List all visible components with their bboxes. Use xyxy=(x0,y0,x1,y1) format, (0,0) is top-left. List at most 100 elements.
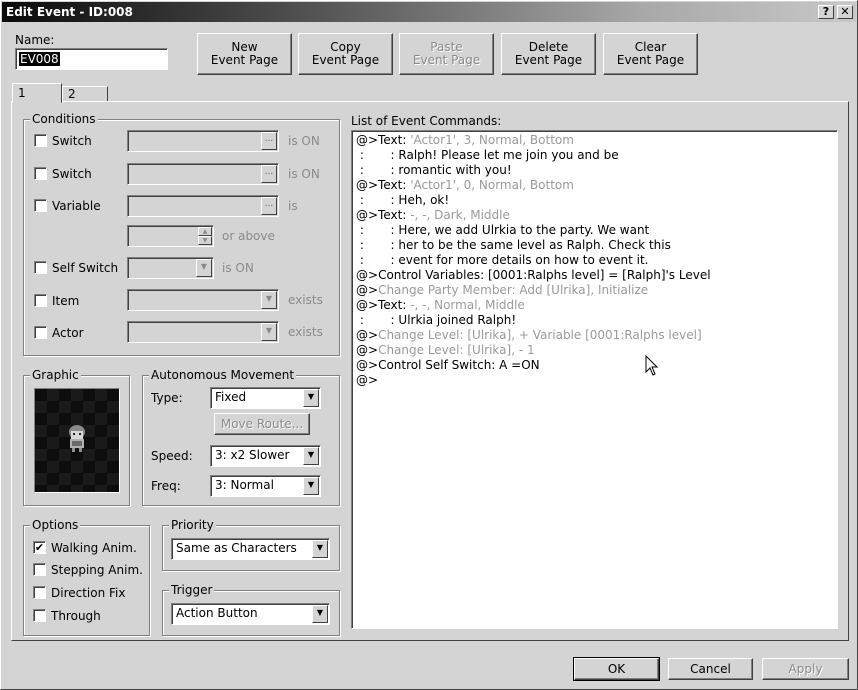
switch2-browse-button[interactable]: ... xyxy=(261,165,277,183)
command-prefix: @>Text: xyxy=(356,178,411,192)
command-line[interactable]: @>Change Level: [Ulrika], + Variable [00… xyxy=(356,328,837,343)
command-line[interactable]: @> xyxy=(356,373,837,388)
self-switch-select[interactable]: ▼ xyxy=(127,257,214,279)
command-text: Change Party Member: Add [Ulrika], Initi… xyxy=(378,283,649,297)
command-line[interactable]: : : Ralph! Please let me join you and be xyxy=(356,148,837,163)
command-line[interactable]: @>Text: 'Actor1', 3, Normal, Bottom xyxy=(356,133,837,148)
item-checkbox[interactable] xyxy=(34,294,47,307)
command-line[interactable]: : : Heh, ok! xyxy=(356,193,837,208)
delete-event-page-button[interactable]: Delete Event Page xyxy=(501,33,596,75)
close-button[interactable]: ✕ xyxy=(837,5,853,19)
switch2-checkbox[interactable] xyxy=(34,167,47,180)
movement-freq-select[interactable]: 3: Normal ▼ xyxy=(210,475,321,497)
help-button[interactable]: ? xyxy=(818,5,834,19)
movement-speed-value: 3: x2 Slower xyxy=(215,448,290,462)
chevron-down-icon: ▼ xyxy=(303,389,319,407)
command-text: 'Actor1', 3, Normal, Bottom xyxy=(410,133,574,147)
move-route-button[interactable]: Move Route... xyxy=(214,413,310,435)
self-switch-suffix: is ON xyxy=(222,261,254,275)
item-select[interactable]: ▼ xyxy=(127,289,279,311)
paste-event-page-button[interactable]: Paste Event Page xyxy=(399,33,494,75)
switch1-browse-button[interactable]: ... xyxy=(261,132,277,150)
command-line[interactable]: : : Here, we add Ulrkia to the party. We… xyxy=(356,223,837,238)
name-input-value: EV008 xyxy=(19,52,60,66)
name-label: Name: xyxy=(15,33,55,47)
command-line[interactable]: @>Text: -, -, Normal, Middle xyxy=(356,298,837,313)
apply-button[interactable]: Apply xyxy=(762,658,849,680)
through-checkbox[interactable] xyxy=(33,609,46,622)
variable-label: Variable xyxy=(52,199,101,213)
command-prefix: : : xyxy=(356,313,399,327)
command-prefix: : : xyxy=(356,253,399,267)
stepping-anim-checkbox[interactable] xyxy=(33,563,46,576)
command-prefix: @> xyxy=(356,343,379,357)
direction-fix-checkbox[interactable] xyxy=(33,586,46,599)
tab-page-2[interactable]: 2 xyxy=(62,86,108,101)
ok-button[interactable]: OK xyxy=(573,657,660,681)
movement-freq-value: 3: Normal xyxy=(215,478,274,492)
title-bar: Edit Event - ID:008 ? ✕ xyxy=(2,2,856,22)
switch2-label: Switch xyxy=(52,167,92,181)
graphic-title: Graphic xyxy=(30,368,81,382)
command-line[interactable]: @>Control Variables: [0001:Ralphs level]… xyxy=(356,268,837,283)
variable-suffix: is xyxy=(288,199,298,213)
clear-event-page-button[interactable]: Clear Event Page xyxy=(603,33,698,75)
command-line[interactable]: @>Text: 'Actor1', 0, Normal, Bottom xyxy=(356,178,837,193)
variable-field[interactable]: ... xyxy=(127,195,279,217)
walking-anim-checkbox[interactable]: ✔ xyxy=(33,541,46,554)
copy-event-page-button[interactable]: Copy Event Page xyxy=(298,33,393,75)
command-text: Control Variables: [0001:Ralphs level] =… xyxy=(378,268,711,282)
trigger-select[interactable]: Action Button ▼ xyxy=(171,603,330,625)
movement-speed-select[interactable]: 3: x2 Slower ▼ xyxy=(210,445,321,467)
command-line[interactable]: : : her to be the same level as Ralph. C… xyxy=(356,238,837,253)
command-prefix: @> xyxy=(356,283,379,297)
character-sprite-icon xyxy=(69,425,85,452)
command-line[interactable]: : : Ulrkia joined Ralph! xyxy=(356,313,837,328)
command-line[interactable]: @>Control Self Switch: A =ON xyxy=(356,358,837,373)
name-input[interactable]: EV008 xyxy=(15,48,168,70)
command-prefix: : : xyxy=(356,238,399,252)
command-text: event for more details on how to event i… xyxy=(398,253,649,267)
variable-value-spinner[interactable]: ▲ ▼ xyxy=(127,225,214,247)
command-text: her to be the same level as Ralph. Check… xyxy=(398,238,671,252)
command-prefix: @>Text: xyxy=(356,133,411,147)
movement-freq-label: Freq: xyxy=(151,479,181,493)
actor-select[interactable]: ▼ xyxy=(127,321,279,343)
chevron-down-icon: ▼ xyxy=(261,291,277,309)
direction-fix-label: Direction Fix xyxy=(51,586,126,600)
spinner-up-icon[interactable]: ▲ xyxy=(198,227,212,236)
switch1-checkbox[interactable] xyxy=(34,134,47,147)
actor-checkbox[interactable] xyxy=(34,326,47,339)
variable-checkbox[interactable] xyxy=(34,199,47,212)
command-text: -, -, Dark, Middle xyxy=(410,208,510,222)
switch1-label: Switch xyxy=(52,134,92,148)
variable-browse-button[interactable]: ... xyxy=(261,197,277,215)
window-title: Edit Event - ID:008 xyxy=(6,5,133,19)
movement-type-select[interactable]: Fixed ▼ xyxy=(210,387,321,409)
command-prefix: : : xyxy=(356,193,399,207)
event-commands-list[interactable]: @>Text: 'Actor1', 3, Normal, Bottom : : … xyxy=(351,130,838,629)
footer-divider xyxy=(1,649,857,650)
command-line[interactable]: : : romantic with you! xyxy=(356,163,837,178)
command-prefix: : : xyxy=(356,148,399,162)
command-line[interactable]: @>Change Party Member: Add [Ulrika], Ini… xyxy=(356,283,837,298)
command-line[interactable]: : : event for more details on how to eve… xyxy=(356,253,837,268)
switch1-field[interactable]: ... xyxy=(127,130,279,152)
command-line[interactable]: @>Change Level: [Ulrika], - 1 xyxy=(356,343,837,358)
self-switch-checkbox[interactable] xyxy=(34,261,47,274)
command-prefix: @> xyxy=(356,328,379,342)
chevron-down-icon: ▼ xyxy=(303,447,319,465)
chevron-down-icon: ▼ xyxy=(261,323,277,341)
switch2-field[interactable]: ... xyxy=(127,163,279,185)
priority-select[interactable]: Same as Characters ▼ xyxy=(171,538,330,560)
command-prefix: @>Text: xyxy=(356,298,411,312)
graphic-preview[interactable] xyxy=(34,388,120,493)
command-text: -, -, Normal, Middle xyxy=(410,298,525,312)
options-title: Options xyxy=(30,518,81,532)
spinner-down-icon[interactable]: ▼ xyxy=(198,236,212,245)
checkmark-icon: ✔ xyxy=(34,541,45,554)
cancel-button[interactable]: Cancel xyxy=(668,658,753,680)
new-event-page-button[interactable]: New Event Page xyxy=(197,33,292,75)
command-line[interactable]: @>Text: -, -, Dark, Middle xyxy=(356,208,837,223)
tab-page-1[interactable]: 1 xyxy=(12,83,62,103)
